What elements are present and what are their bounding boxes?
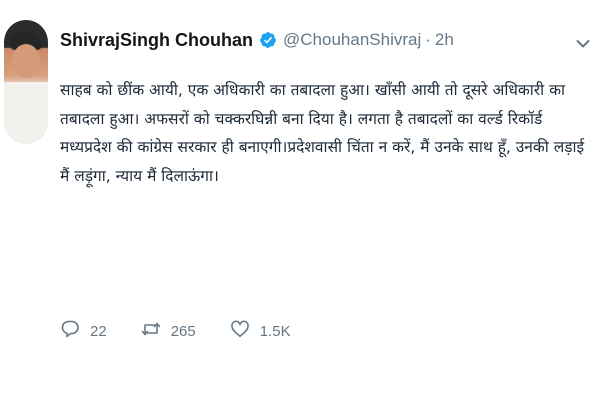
author-name[interactable]: ShivrajSingh Chouhan [60,30,253,51]
separator-dot: · [425,30,431,49]
avatar-face [12,44,40,78]
avatar[interactable] [4,20,48,144]
retweet-icon [141,319,161,343]
tweet-text: साहब को छींक आयी, एक अधिकारी का तबादला ह… [60,76,585,190]
reply-icon [60,319,80,343]
retweet-count: 265 [170,322,196,340]
tweet-timestamp[interactable]: 2h [435,30,454,50]
tweet-text-line: साहब को छींक आयी, एक अधिकारी का तबादला ह… [60,81,565,99]
tweet-actions: 22 265 1.5K [60,318,325,344]
author-handle[interactable]: @ChouhanShivraj [283,30,421,50]
tweet-card: ShivrajSingh Chouhan @ChouhanShivraj · 2… [0,0,600,400]
tweet-text-line: मध्यप्रदेश की कांग्रेस सरकार ही बनाएगी।प… [60,138,585,156]
verified-icon [259,31,277,49]
tweet-header: ShivrajSingh Chouhan @ChouhanShivraj · 2… [60,29,454,51]
avatar-shirt [4,82,48,144]
retweet-button[interactable]: 265 [141,319,196,343]
tweet-text-line: तबादला हुआ। अफसरों को चक्करघिन्नी बना दि… [60,109,543,128]
reply-count: 22 [90,322,107,340]
reply-button[interactable]: 22 [60,319,107,343]
chevron-down-icon[interactable] [576,34,590,48]
like-button[interactable]: 1.5K [230,319,291,343]
tweet-text-line: मैं लड़ूंगा, न्याय मैं दिलाऊंगा। [60,166,219,185]
heart-icon [230,319,250,343]
like-count: 1.5K [259,322,291,340]
